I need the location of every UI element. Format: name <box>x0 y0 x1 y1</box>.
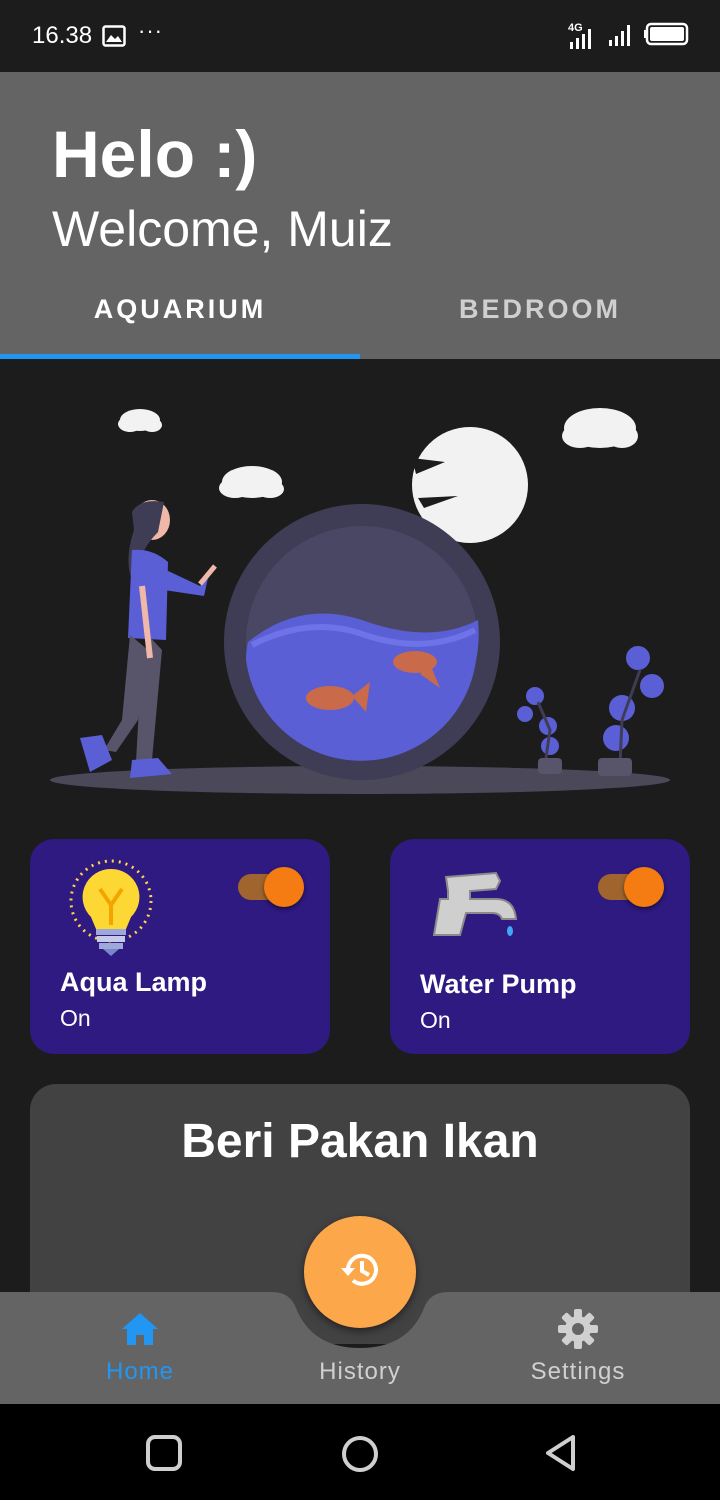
nav-settings-label: Settings <box>530 1358 626 1385</box>
header: Helo :) Welcome, Muiz AQUARIUM BEDROOM <box>0 72 720 359</box>
device-name: Water Pump <box>420 969 577 999</box>
lightbulb-icon <box>66 859 156 964</box>
status-bar: 16.38 ··· 4G <box>0 0 720 72</box>
status-time: 16.38 <box>32 22 93 49</box>
gear-icon <box>557 1308 599 1355</box>
signal-4g-icon: 4G <box>568 22 598 50</box>
signal-icon <box>608 22 634 51</box>
device-name: Aqua Lamp <box>60 967 208 997</box>
tab-aquarium[interactable]: AQUARIUM <box>0 294 360 325</box>
feed-title: Beri Pakan Ikan <box>181 1115 539 1168</box>
nav-home-label: Home <box>105 1358 175 1385</box>
toggle-knob <box>264 867 304 907</box>
device-card-water-pump[interactable]: Water Pump On <box>390 839 690 1054</box>
greeting-title: Helo :) <box>52 117 258 191</box>
device-card-aqua-lamp[interactable]: Aqua Lamp On <box>30 839 330 1054</box>
recent-apps-button[interactable] <box>145 1434 183 1477</box>
welcome-text: Welcome, Muiz <box>52 201 393 257</box>
nav-home[interactable]: Home <box>50 1310 230 1386</box>
device-state: On <box>420 1007 451 1033</box>
faucet-icon <box>426 859 526 964</box>
battery-icon <box>644 22 690 51</box>
aquarium-illustration <box>40 390 680 810</box>
history-fab-button[interactable] <box>304 1216 416 1328</box>
back-button[interactable] <box>543 1434 579 1477</box>
home-system-button[interactable] <box>340 1434 380 1479</box>
aqua-lamp-toggle[interactable] <box>238 867 304 907</box>
more-notifications-icon: ··· <box>138 18 163 43</box>
status-indicators: 4G <box>568 22 690 51</box>
toggle-knob <box>624 867 664 907</box>
tab-bedroom[interactable]: BEDROOM <box>360 294 720 325</box>
system-navigation-bar <box>0 1404 720 1500</box>
nav-history-label: History <box>319 1358 401 1385</box>
water-pump-toggle[interactable] <box>598 867 664 907</box>
home-icon <box>120 1311 160 1352</box>
tab-indicator <box>0 354 360 359</box>
history-icon <box>338 1248 382 1297</box>
device-state: On <box>60 1005 91 1031</box>
gallery-icon <box>102 25 126 52</box>
nav-settings[interactable]: Settings <box>488 1308 668 1386</box>
